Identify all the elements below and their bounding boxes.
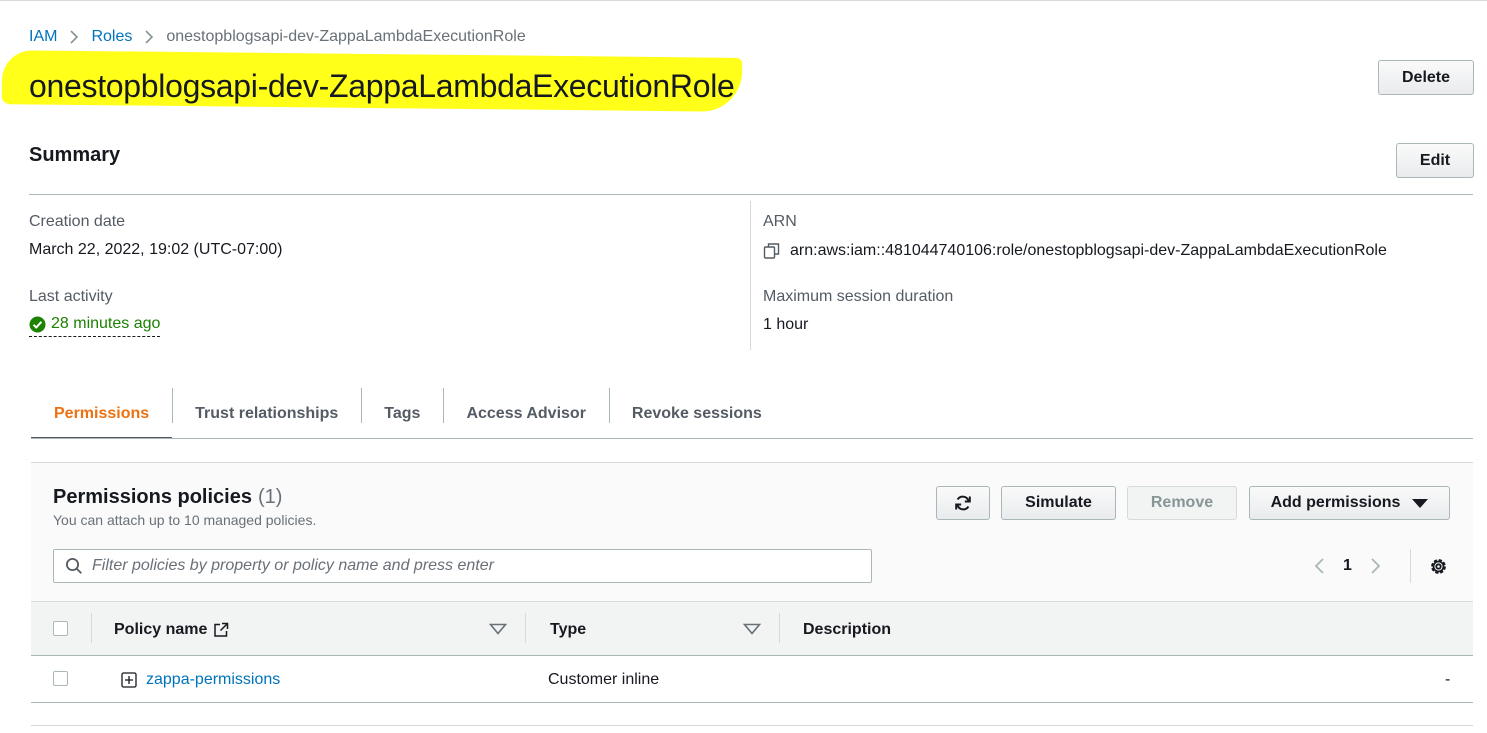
gear-icon[interactable] bbox=[1428, 556, 1449, 577]
external-link-icon bbox=[213, 622, 229, 638]
expand-plus-icon[interactable] bbox=[121, 671, 137, 688]
max-session-label: Maximum session duration bbox=[763, 288, 954, 305]
sort-down-icon[interactable] bbox=[743, 623, 761, 635]
tabs-divider bbox=[31, 438, 1473, 439]
chevron-right-icon bbox=[144, 30, 154, 44]
delete-button[interactable]: Delete bbox=[1378, 60, 1474, 95]
policy-description-cell: - bbox=[1445, 670, 1451, 688]
panel-title: Permissions policies (1) bbox=[53, 486, 282, 509]
last-activity-value[interactable]: 28 minutes ago bbox=[29, 315, 161, 337]
refresh-icon bbox=[954, 494, 972, 512]
summary-column-divider bbox=[750, 201, 751, 350]
pagination-divider bbox=[1410, 549, 1411, 583]
panel-subtitle: You can attach up to 10 managed policies… bbox=[53, 512, 317, 528]
column-header-description: Description bbox=[803, 620, 892, 638]
simulate-button[interactable]: Simulate bbox=[1001, 486, 1116, 520]
breadcrumb: IAM Roles onestopblogsapi-dev-ZappaLambd… bbox=[29, 28, 526, 46]
creation-date-value: March 22, 2022, 19:02 (UTC-07:00) bbox=[29, 241, 283, 258]
policy-name-link[interactable]: zappa-permissions bbox=[146, 671, 280, 689]
policy-search bbox=[53, 549, 872, 583]
tab-tags[interactable]: Tags bbox=[361, 388, 443, 439]
policy-name-header-label: Policy name bbox=[114, 620, 208, 638]
check-circle-icon bbox=[29, 316, 46, 333]
chevron-left-icon[interactable] bbox=[1311, 557, 1329, 575]
page-number[interactable]: 1 bbox=[1343, 557, 1352, 575]
panel-bottom-divider bbox=[31, 725, 1473, 726]
breadcrumb-current: onestopblogsapi-dev-ZappaLambdaExecution… bbox=[166, 28, 526, 45]
column-divider bbox=[525, 613, 526, 643]
last-activity-label: Last activity bbox=[29, 288, 113, 305]
policy-name-cell: zappa-permissions bbox=[121, 656, 280, 703]
policy-count: (1) bbox=[257, 486, 283, 508]
table-header: Policy name Type Description bbox=[31, 601, 1473, 656]
add-permissions-label: Add permissions bbox=[1270, 494, 1401, 511]
column-divider bbox=[779, 613, 780, 643]
permissions-policies-panel: Permissions policies (1) You can attach u… bbox=[31, 462, 1473, 726]
column-divider bbox=[91, 613, 92, 643]
arn-label: ARN bbox=[763, 213, 797, 230]
column-header-type[interactable]: Type bbox=[550, 602, 586, 657]
arn-value: arn:aws:iam::481044740106:role/onestopbl… bbox=[790, 242, 1387, 259]
tab-permissions[interactable]: Permissions bbox=[31, 388, 173, 439]
arn-row: arn:aws:iam::481044740106:role/onestopbl… bbox=[763, 242, 1387, 260]
add-permissions-button[interactable]: Add permissions bbox=[1249, 486, 1450, 520]
tab-access-advisor[interactable]: Access Advisor bbox=[443, 388, 608, 439]
summary-heading: Summary bbox=[29, 144, 121, 166]
breadcrumb-iam-link[interactable]: IAM bbox=[29, 28, 57, 46]
search-icon bbox=[65, 557, 83, 575]
table-row: zappa-permissions Customer inline - bbox=[31, 656, 1473, 703]
tab-revoke-sessions[interactable]: Revoke sessions bbox=[608, 388, 785, 439]
breadcrumb-roles-link[interactable]: Roles bbox=[91, 28, 132, 46]
sort-down-icon[interactable] bbox=[489, 623, 507, 635]
column-header-policy-name[interactable]: Policy name bbox=[114, 602, 229, 657]
summary-divider bbox=[29, 194, 1473, 195]
policy-type-cell: Customer inline bbox=[548, 670, 660, 688]
role-tabs: Permissions Trust relationships Tags Acc… bbox=[31, 388, 785, 439]
select-all-checkbox[interactable] bbox=[53, 621, 68, 636]
chevron-right-icon[interactable] bbox=[1366, 557, 1384, 575]
remove-button[interactable]: Remove bbox=[1127, 486, 1237, 520]
policy-search-input[interactable] bbox=[92, 557, 852, 575]
refresh-button[interactable] bbox=[936, 486, 990, 520]
panel-title-text: Permissions policies bbox=[53, 486, 252, 508]
copy-icon[interactable] bbox=[763, 242, 781, 260]
pagination: 1 bbox=[1311, 551, 1384, 581]
edit-button[interactable]: Edit bbox=[1396, 143, 1474, 178]
top-border bbox=[0, 0, 1487, 1]
last-activity-text: 28 minutes ago bbox=[51, 315, 161, 332]
chevron-right-icon bbox=[69, 30, 79, 44]
row-checkbox[interactable] bbox=[53, 671, 68, 686]
creation-date-label: Creation date bbox=[29, 213, 126, 230]
caret-down-icon bbox=[1412, 498, 1429, 508]
page-title: onestopblogsapi-dev-ZappaLambdaExecution… bbox=[29, 68, 735, 104]
tab-trust-relationships[interactable]: Trust relationships bbox=[172, 388, 361, 439]
max-session-value: 1 hour bbox=[763, 316, 809, 333]
